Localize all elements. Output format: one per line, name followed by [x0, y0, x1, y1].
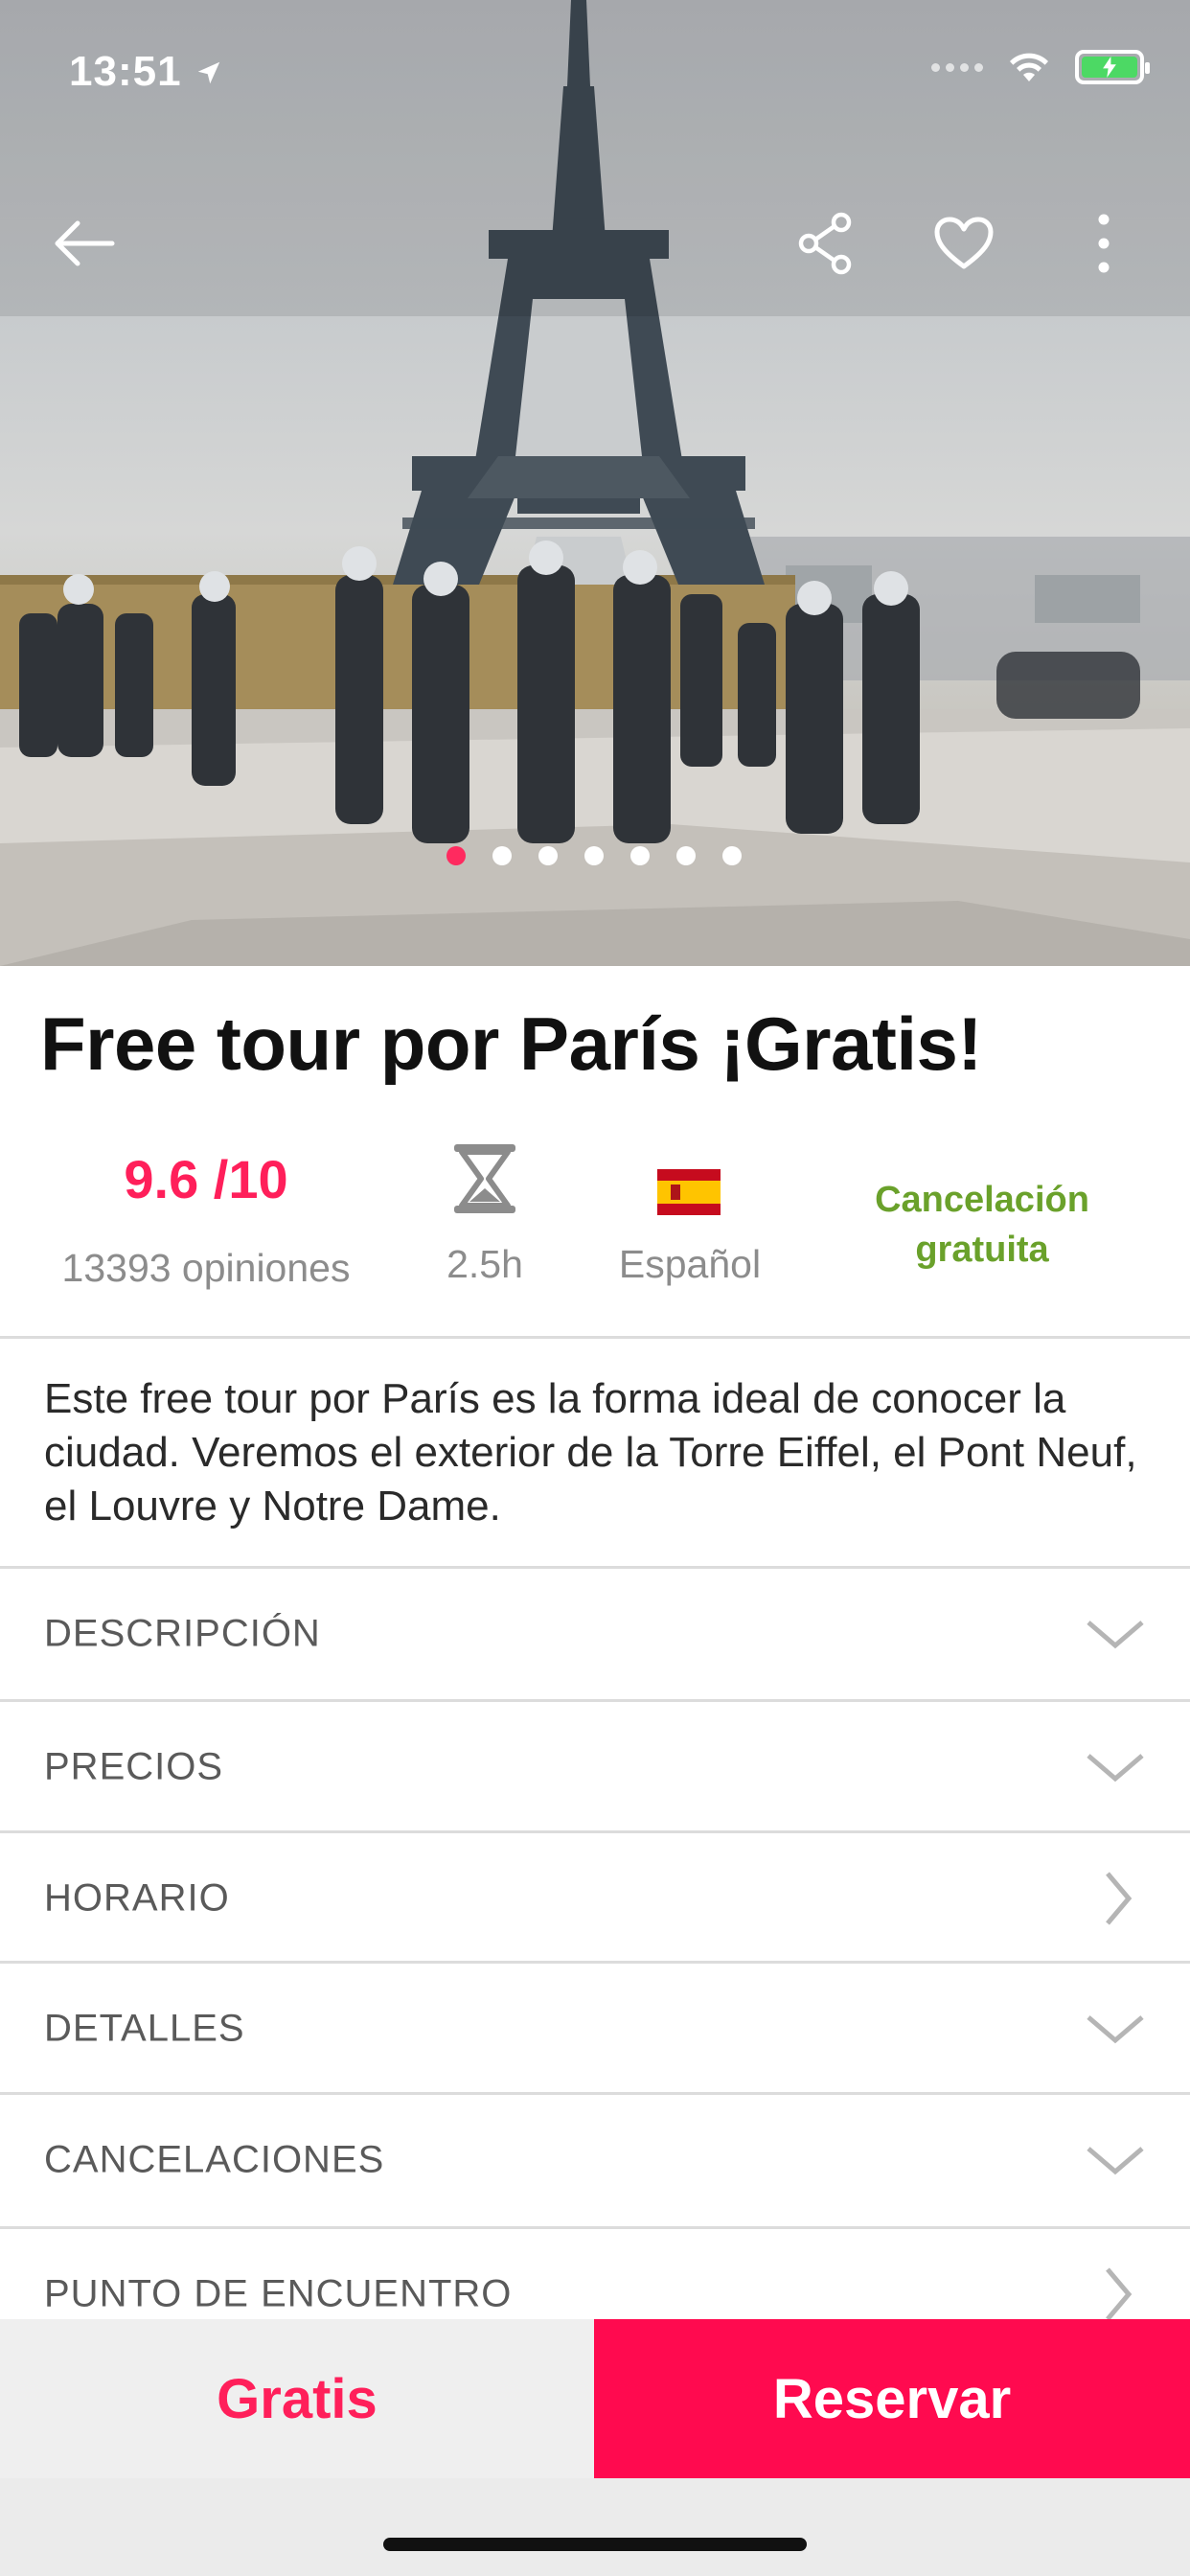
divider — [0, 1336, 1190, 1339]
location-arrow-icon — [197, 61, 220, 84]
carousel-dot[interactable] — [722, 846, 742, 865]
home-indicator[interactable] — [383, 2538, 807, 2551]
free-cancellation-label: Cancelación gratuita — [875, 1180, 1089, 1270]
reserve-button[interactable]: Reservar — [594, 2319, 1190, 2478]
price-label: Gratis — [217, 2367, 378, 2430]
chevron-right-icon — [1106, 2267, 1133, 2321]
tour-stats: 9.6 /10 13393 opiniones 2.5h Español Can… — [0, 1131, 1190, 1342]
chevron-down-icon — [1087, 1754, 1144, 1782]
charging-bolt-icon — [1103, 57, 1116, 78]
status-time: 13:51 — [69, 48, 223, 96]
chevron-down-icon — [1087, 2147, 1144, 2175]
tour-duration: 2.5h — [446, 1242, 523, 1286]
booking-bar: Gratis Reservar — [0, 2319, 1190, 2478]
carousel-dot[interactable] — [538, 846, 558, 865]
rating-score[interactable]: 9.6 /10 — [38, 1148, 374, 1210]
hourglass-icon — [454, 1144, 515, 1213]
hero-image[interactable]: 13:51 — [0, 0, 1190, 966]
section-label: DETALLES — [44, 2007, 245, 2050]
carousel-dot[interactable] — [446, 846, 466, 865]
more-options-button[interactable] — [1065, 205, 1142, 282]
section-label: CANCELACIONES — [44, 2138, 385, 2181]
home-indicator-area — [0, 2478, 1190, 2576]
favorite-button[interactable] — [926, 205, 1002, 282]
carousel-dot[interactable] — [584, 846, 604, 865]
eiffel-tower-photo — [0, 0, 1190, 966]
section-label: PUNTO DE ENCUENTRO — [44, 2272, 513, 2315]
battery-icon — [1075, 50, 1150, 84]
spain-flag-icon — [657, 1169, 721, 1215]
more-vertical-icon — [1098, 214, 1110, 273]
wifi-icon — [1010, 53, 1048, 81]
arrow-left-icon — [55, 220, 115, 266]
section-descripcion[interactable]: DESCRIPCIÓN — [0, 1569, 1190, 1699]
share-icon — [798, 212, 852, 275]
section-precios[interactable]: PRECIOS — [0, 1702, 1190, 1832]
section-horario[interactable]: HORARIO — [0, 1833, 1190, 1964]
section-label: HORARIO — [44, 1876, 230, 1920]
price-box: Gratis — [0, 2319, 594, 2478]
section-detalles[interactable]: DETALLES — [0, 1964, 1190, 2094]
status-bar: 13:51 — [0, 0, 1190, 144]
chevron-down-icon — [1087, 1621, 1144, 1649]
carousel-dot[interactable] — [492, 846, 512, 865]
section-cancelaciones[interactable]: CANCELACIONES — [0, 2095, 1190, 2225]
tour-language: Español — [618, 1242, 762, 1286]
tour-summary: Este free tour por París es la forma ide… — [44, 1375, 1137, 1530]
carousel-dot[interactable] — [676, 846, 696, 865]
heart-icon — [934, 217, 994, 269]
review-count[interactable]: 13393 opiniones — [38, 1246, 374, 1291]
carousel-pagination[interactable] — [446, 846, 742, 865]
status-indicators — [931, 50, 1150, 84]
share-button[interactable] — [788, 205, 864, 282]
chevron-down-icon — [1087, 2015, 1144, 2044]
back-button[interactable] — [46, 205, 123, 282]
cellular-signal-icon — [931, 62, 983, 72]
chevron-right-icon — [1106, 1872, 1133, 1925]
tour-title: Free tour por París ¡Gratis! — [40, 1001, 982, 1086]
reserve-button-label: Reservar — [772, 2367, 1012, 2430]
section-label: PRECIOS — [44, 1745, 224, 1788]
section-label: DESCRIPCIÓN — [44, 1612, 321, 1655]
carousel-dot[interactable] — [630, 846, 650, 865]
